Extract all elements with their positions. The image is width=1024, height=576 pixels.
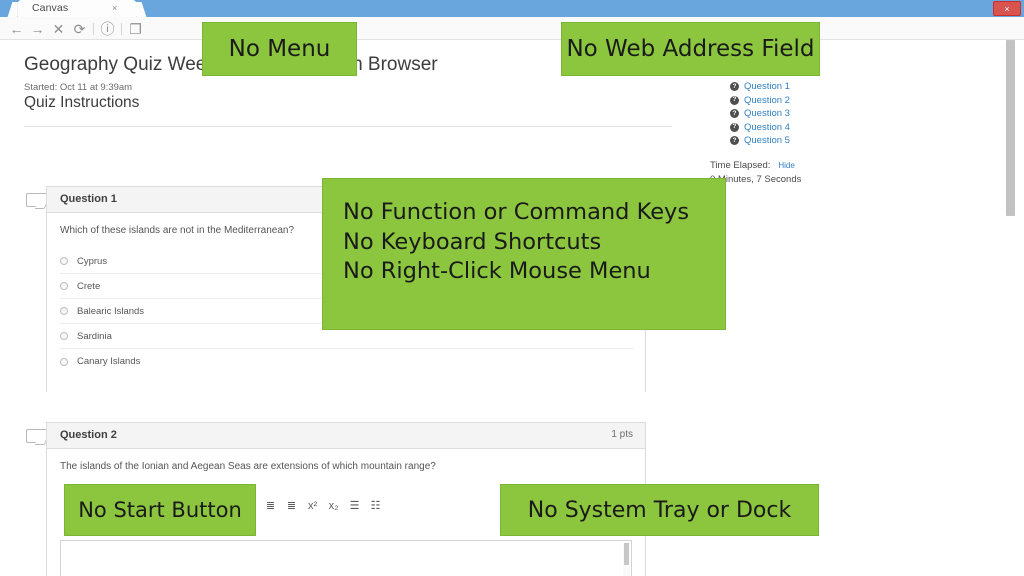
window-close-button[interactable]: × xyxy=(993,1,1021,16)
numbered-list-icon[interactable]: ☷ xyxy=(366,497,385,516)
callout-no-keys: No Function or Command Keys No Keyboard … xyxy=(322,178,726,330)
answer-label: Canary Islands xyxy=(77,356,141,367)
question-mark-icon: ? xyxy=(730,136,739,146)
question-1-flag-icon[interactable] xyxy=(26,193,41,207)
browser-navigation-toolbar: ← → ✕ ⟳ ⓘ ❐ xyxy=(0,17,1024,40)
sidebar-question-label: Question 2 xyxy=(744,94,790,106)
header-divider xyxy=(24,126,672,127)
stop-icon[interactable]: ✕ xyxy=(48,19,69,38)
question-1-text: Which of these islands are not in the Me… xyxy=(60,225,295,236)
sidebar-item-question-3[interactable]: ? Question 3 xyxy=(730,107,790,121)
nav-icon-group: ← → ✕ ⟳ ⓘ ❐ xyxy=(6,19,146,38)
radio-icon[interactable] xyxy=(60,357,68,366)
textarea-scrollbar-thumb[interactable] xyxy=(624,543,629,565)
hide-timer-link[interactable]: Hide xyxy=(778,161,794,170)
question-2-points: 1 pts xyxy=(611,429,633,440)
answer-label: Balearic Islands xyxy=(77,305,145,317)
question-mark-icon: ? xyxy=(730,122,739,132)
radio-icon[interactable] xyxy=(60,257,68,265)
answer-label: Crete xyxy=(77,280,101,292)
sidebar-item-question-4[interactable]: ? Question 4 xyxy=(730,121,790,135)
nav-divider-2 xyxy=(121,22,122,35)
question-2-text: The islands of the Ionian and Aegean Sea… xyxy=(60,461,436,472)
essay-answer-textarea[interactable] xyxy=(60,540,632,576)
callout-no-start-button: No Start Button xyxy=(64,484,256,536)
question-mark-icon: ? xyxy=(730,109,739,119)
sidebar-item-question-2[interactable]: ? Question 2 xyxy=(730,94,790,108)
bullet-list-icon[interactable]: ☰ xyxy=(345,497,364,516)
callout-no-web-address-field: No Web Address Field xyxy=(561,22,820,76)
answer-label: Cyprus xyxy=(77,255,108,267)
sidebar-question-label: Question 5 xyxy=(744,135,790,147)
superscript-icon[interactable]: x² xyxy=(303,497,322,516)
sidebar-question-label: Question 3 xyxy=(744,108,790,120)
question-mark-icon: ? xyxy=(730,82,739,92)
radio-icon[interactable] xyxy=(60,282,68,290)
sidebar-item-question-5[interactable]: ? Question 5 xyxy=(730,134,790,148)
time-elapsed-label: Time Elapsed: xyxy=(710,160,771,171)
quiz-instructions-heading: Quiz Instructions xyxy=(24,94,140,111)
browser-tab-title: Canvas xyxy=(32,2,69,14)
screenshot-root: Canvas × × ← → ✕ ⟳ ⓘ ❐ Geography Quiz We… xyxy=(0,0,1024,576)
time-elapsed-row: Time Elapsed: Hide xyxy=(710,160,795,171)
answer-label: Sardinia xyxy=(77,330,112,342)
page-scrollbar-thumb[interactable] xyxy=(1006,40,1015,216)
nav-divider xyxy=(93,22,94,35)
question-2-title: Question 2 xyxy=(60,429,117,441)
page-icon[interactable]: ❐ xyxy=(125,19,146,38)
answer-option[interactable]: Canary Islands xyxy=(60,349,634,374)
forward-icon[interactable]: → xyxy=(27,19,48,38)
sidebar-question-label: Question 4 xyxy=(744,121,790,133)
question-mark-icon: ? xyxy=(730,95,739,105)
callout-keys-line-1: No Function or Command Keys xyxy=(343,199,690,225)
sidebar-question-list: ? Question 1 ? Question 2 ? Question 3 ?… xyxy=(730,80,790,148)
question-2-header: Question 2 1 pts xyxy=(47,423,645,449)
callout-keys-line-3: No Right-Click Mouse Menu xyxy=(343,258,651,285)
sidebar-question-label: Question 1 xyxy=(744,81,790,93)
reload-icon[interactable]: ⟳ xyxy=(69,19,90,38)
info-icon[interactable]: ⓘ xyxy=(97,19,118,38)
subscript-icon[interactable]: x₂ xyxy=(324,497,343,516)
outdent-icon[interactable]: ≣ xyxy=(261,497,280,516)
quiz-started-timestamp: Started: Oct 11 at 9:39am xyxy=(24,82,133,93)
callout-no-menu: No Menu xyxy=(202,22,357,76)
question-2-flag-icon[interactable] xyxy=(26,429,41,443)
sidebar-item-question-1[interactable]: ? Question 1 xyxy=(730,80,790,94)
question-1-title: Question 1 xyxy=(60,193,117,205)
indent-icon[interactable]: ≣ xyxy=(282,497,301,516)
browser-tab-strip: Canvas × × xyxy=(0,0,1024,17)
radio-icon[interactable] xyxy=(60,307,68,315)
radio-icon[interactable] xyxy=(60,332,68,340)
callout-keys-line-2: No Keyboard Shortcuts xyxy=(343,228,602,255)
callout-no-system-tray-or-dock: No System Tray or Dock xyxy=(500,484,819,536)
tab-close-icon[interactable]: × xyxy=(112,3,117,13)
back-icon[interactable]: ← xyxy=(6,19,27,38)
